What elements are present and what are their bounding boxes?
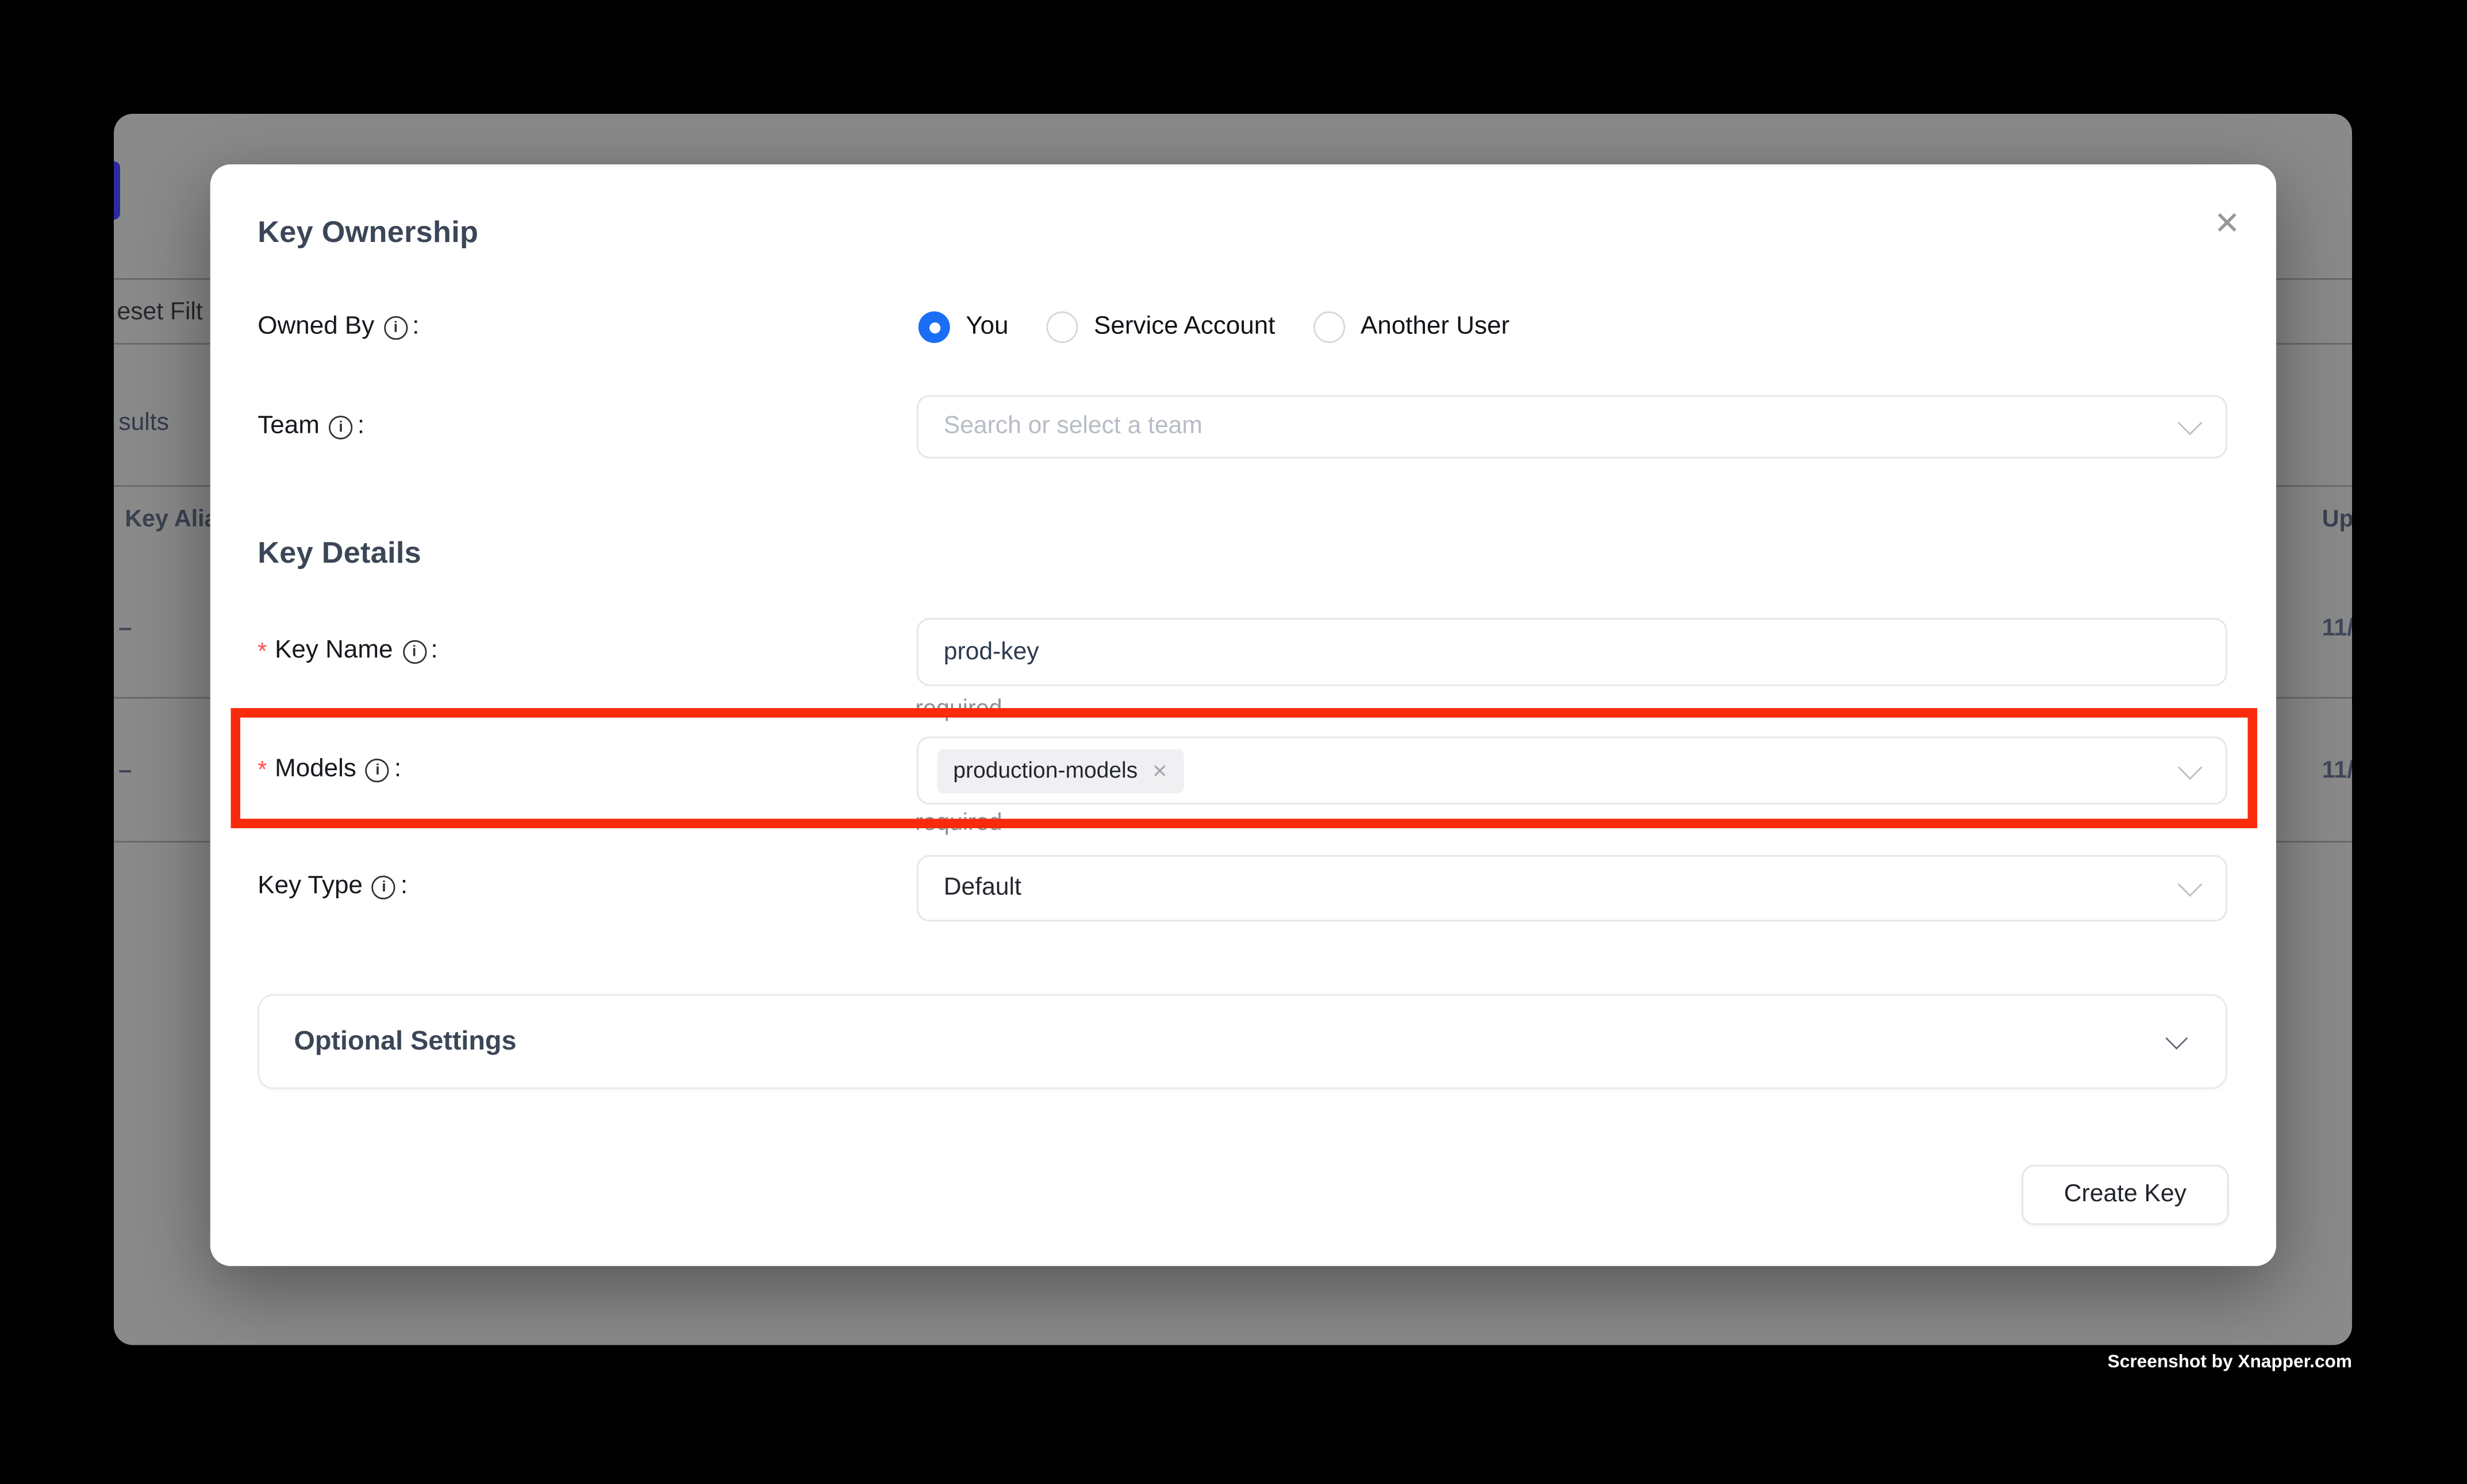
team-select[interactable]: Search or select a team [917,395,2227,459]
models-label-text: Models [275,756,356,785]
info-icon[interactable]: i [402,639,426,663]
chevron-down-icon [2165,1027,2188,1049]
create-key-button-edge [114,162,120,220]
info-icon[interactable]: i [372,875,395,898]
radio-label: Service Account [1094,313,1275,342]
owned-by-label-text: Owned By [258,313,374,342]
radio-unchecked-icon[interactable] [1047,312,1078,343]
colon: : [431,637,438,666]
results-count-partial: sults [118,409,169,438]
reset-filters-button-partial: eset Filt [117,299,203,328]
colon: : [412,313,419,342]
radio-option-another-user[interactable]: Another User [1313,312,1510,343]
models-validation-message: required [915,809,1002,836]
table-row-date: 11/ [2322,615,2352,642]
colon: : [358,413,364,441]
key-details-heading: Key Details [258,537,421,572]
radio-label: Another User [1361,313,1509,342]
colon: : [394,756,401,785]
key-name-validation-message: required [915,695,1002,722]
key-name-label: * Key Name i : [258,636,438,667]
owned-by-radio-group: You Service Account Another User [919,312,1548,343]
selected-model-tag-label: production-models [953,758,1138,783]
create-key-button[interactable]: Create Key [2022,1165,2228,1225]
screenshot-canvas: eset Filt sults Key Alia Up – 11/ – 11/ … [0,0,2467,1484]
optional-settings-label: Optional Settings [294,1026,517,1058]
selected-model-tag: production-models ✕ [937,748,1183,793]
key-name-label-text: Key Name [275,637,393,666]
key-type-select[interactable]: Default [917,855,2227,922]
create-key-modal: Key Ownership ✕ Owned By i : You Service… [210,164,2276,1266]
key-type-label-text: Key Type [258,872,363,901]
key-name-input[interactable]: prod-key [917,618,2227,686]
chevron-down-icon [2178,872,2203,897]
radio-option-you[interactable]: You [919,312,1009,343]
info-icon[interactable]: i [366,758,389,782]
team-label: Team i : [258,411,364,443]
required-asterisk: * [258,756,267,783]
models-select[interactable]: production-models ✕ [917,737,2227,805]
optional-settings-toggle[interactable]: Optional Settings [258,994,2227,1089]
chevron-down-icon [2178,755,2203,779]
owned-by-label: Owned By i : [258,312,419,343]
updated-column-header: Up [2322,506,2352,533]
key-alias-column-header: Key Alia [125,506,217,533]
team-label-text: Team [258,413,320,441]
info-icon[interactable]: i [384,316,408,339]
radio-label: You [966,313,1008,342]
xnapper-watermark: Screenshot by Xnapper.com [2108,1353,2352,1372]
key-name-value: prod-key [944,638,1039,667]
key-type-value: Default [944,874,1021,903]
radio-unchecked-icon[interactable] [1313,312,1345,343]
modal-title: Key Ownership [258,217,478,252]
radio-checked-icon[interactable] [919,312,950,343]
table-row-alias: – [118,615,132,642]
table-row-date: 11/ [2322,757,2352,784]
key-type-label: Key Type i : [258,871,408,902]
models-label: * Models i : [258,754,401,786]
close-icon[interactable]: ✕ [2205,202,2249,247]
chevron-down-icon [2178,410,2203,435]
create-key-button-label: Create Key [2064,1181,2187,1209]
table-row-alias: – [118,757,132,784]
required-asterisk: * [258,638,267,665]
info-icon[interactable]: i [329,415,352,439]
radio-option-service-account[interactable]: Service Account [1047,312,1275,343]
remove-tag-icon[interactable]: ✕ [1152,759,1168,782]
team-select-placeholder: Search or select a team [944,413,1202,441]
colon: : [401,872,408,901]
